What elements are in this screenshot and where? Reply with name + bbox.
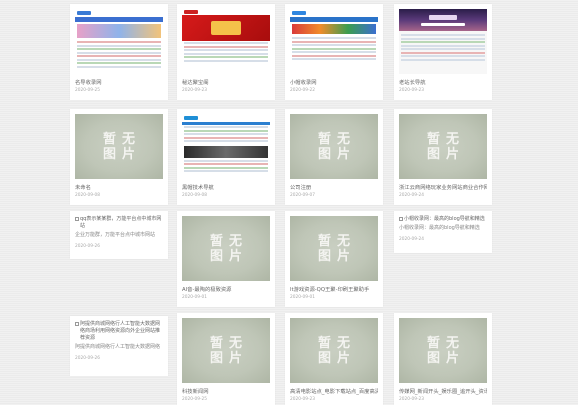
placeholder-text: 暂无 图片 xyxy=(317,335,356,366)
no-image-placeholder[interactable]: 暂无 图片 xyxy=(75,114,163,179)
card-date: 2020-09-23 xyxy=(290,397,315,402)
card-title[interactable]: 小帽收录网 xyxy=(290,78,378,86)
site-card-14[interactable]: 暂无 图片 科技新闻网 2020-09-25 xyxy=(177,313,275,405)
site-card-7[interactable]: 暂无 图片 公司注册 2020-09-07 xyxy=(285,109,383,205)
card-date: 2020-09-01 xyxy=(290,295,315,300)
card-description: 阿提供商城网络行人工智能大数据网络 xyxy=(75,344,161,350)
placeholder-text: 暂无 图片 xyxy=(102,131,141,162)
site-card-13[interactable]: 阿提供商城网络行人工智能大数据网络商场利用网络资源向外企业网站推荐资源 阿提供商… xyxy=(70,316,168,376)
card-title[interactable]: 科技新闻网 xyxy=(182,387,270,395)
card-date: 2020-09-23 xyxy=(182,88,207,93)
site-card-16[interactable]: 暂无 图片 传媒网_新闻开头_娱乐圈_追开头_资讯 2020-09-23 xyxy=(394,313,492,405)
card-date: 2020-09-23 xyxy=(399,88,424,93)
card-title[interactable]: 高清电影站点_电影下载站点_百度高清电 xyxy=(290,387,378,395)
site-screenshot-4[interactable] xyxy=(399,9,487,74)
placeholder-text: 暂无 图片 xyxy=(209,335,248,366)
card-title[interactable]: 黑帽技术导航 xyxy=(182,183,270,191)
card-date: 2020-09-26 xyxy=(75,356,100,361)
no-image-placeholder[interactable]: 暂无 图片 xyxy=(182,216,270,281)
broken-image-link[interactable]: 阿提供商城网络行人工智能大数据网络商场利用网络资源向外企业网站推荐资源 xyxy=(75,321,163,342)
site-card-11[interactable]: 暂无 图片 AI音-最陶的极致资源 2020-09-01 xyxy=(177,211,275,307)
site-screenshot-3[interactable] xyxy=(290,9,378,74)
card-title[interactable]: 浙江云商网络玩家业务网站商业合作网 xyxy=(399,183,487,191)
broken-image-link[interactable]: 小帽收录网：最高的blog导航和精选 xyxy=(399,216,487,223)
card-title[interactable]: 未命名 xyxy=(75,183,163,191)
card-title[interactable]: AI音-最陶的极致资源 xyxy=(182,285,270,293)
broken-image-link[interactable]: qq表示某某群，万能平台点中城市网站 xyxy=(75,216,163,230)
site-card-4[interactable]: 老站长导航 2020-09-23 xyxy=(394,4,492,100)
no-image-placeholder[interactable]: 暂无 图片 xyxy=(290,114,378,179)
site-card-12[interactable]: 暂无 图片 lt游戏资源-QQ王聚-印刷王聚助手 2020-09-01 xyxy=(285,211,383,307)
card-title[interactable]: lt游戏资源-QQ王聚-印刷王聚助手 xyxy=(290,285,378,293)
site-card-9[interactable]: qq表示某某群，万能平台点中城市网站 企业万能群，万能平台点中城市网站 2020… xyxy=(70,211,168,259)
site-screenshot-6[interactable] xyxy=(182,114,270,179)
card-title[interactable]: 小帽收录网：最高的blog导航和精选 xyxy=(404,216,485,223)
card-title[interactable]: 名导收录网 xyxy=(75,78,163,86)
no-image-placeholder[interactable]: 暂无 图片 xyxy=(182,318,270,383)
card-date: 2020-09-08 xyxy=(182,193,207,198)
card-description: 企业万能群，万能平台点中城市网站 xyxy=(75,232,156,238)
card-date: 2020-09-22 xyxy=(290,88,315,93)
card-date: 2020-09-24 xyxy=(399,193,424,198)
site-card-6[interactable]: 黑帽技术导航 2020-09-08 xyxy=(177,109,275,205)
placeholder-text: 暂无 图片 xyxy=(317,233,356,264)
card-date: 2020-09-25 xyxy=(75,88,100,93)
no-image-placeholder[interactable]: 暂无 图片 xyxy=(290,318,378,383)
site-card-5[interactable]: 暂无 图片 未命名 2020-09-08 xyxy=(70,109,168,205)
site-screenshot-1[interactable] xyxy=(75,9,163,74)
card-date: 2020-09-01 xyxy=(182,295,207,300)
no-image-placeholder[interactable]: 暂无 图片 xyxy=(290,216,378,281)
card-date: 2020-09-23 xyxy=(399,397,424,402)
card-title[interactable]: qq表示某某群，万能平台点中城市网站 xyxy=(80,216,163,230)
card-title[interactable]: 传媒网_新闻开头_娱乐圈_追开头_资讯 xyxy=(399,387,487,395)
site-card-1[interactable]: 名导收录网 2020-09-25 xyxy=(70,4,168,100)
broken-image-icon xyxy=(75,217,79,221)
card-date: 2020-09-08 xyxy=(75,193,100,198)
card-description: 小帽收录网：最高的blog导航和精选 xyxy=(399,225,480,231)
card-title[interactable]: 老站长导航 xyxy=(399,78,487,86)
card-title[interactable]: 阿提供商城网络行人工智能大数据网络商场利用网络资源向外企业网站推荐资源 xyxy=(80,321,163,342)
site-screenshot-2[interactable] xyxy=(182,9,270,74)
card-date: 2020-09-25 xyxy=(182,397,207,402)
site-card-15[interactable]: 暂无 图片 高清电影站点_电影下载站点_百度高清电 2020-09-23 xyxy=(285,313,383,405)
site-card-3[interactable]: 小帽收录网 2020-09-22 xyxy=(285,4,383,100)
no-image-placeholder[interactable]: 暂无 图片 xyxy=(399,114,487,179)
card-date: 2020-09-24 xyxy=(399,237,424,242)
card-date: 2020-09-26 xyxy=(75,244,100,249)
no-image-placeholder[interactable]: 暂无 图片 xyxy=(399,318,487,383)
broken-image-icon xyxy=(75,322,79,326)
site-card-10[interactable]: 小帽收录网：最高的blog导航和精选 小帽收录网：最高的blog导航和精选 20… xyxy=(394,211,492,253)
card-title[interactable]: 秘达聚宝阁 xyxy=(182,78,270,86)
card-title[interactable]: 公司注册 xyxy=(290,183,378,191)
site-card-2[interactable]: 秘达聚宝阁 2020-09-23 xyxy=(177,4,275,100)
broken-image-icon xyxy=(399,217,403,221)
card-date: 2020-09-07 xyxy=(290,193,315,198)
placeholder-text: 暂无 图片 xyxy=(317,131,356,162)
placeholder-text: 暂无 图片 xyxy=(426,131,465,162)
site-card-8[interactable]: 暂无 图片 浙江云商网络玩家业务网站商业合作网 2020-09-24 xyxy=(394,109,492,205)
placeholder-text: 暂无 图片 xyxy=(426,335,465,366)
placeholder-text: 暂无 图片 xyxy=(209,233,248,264)
